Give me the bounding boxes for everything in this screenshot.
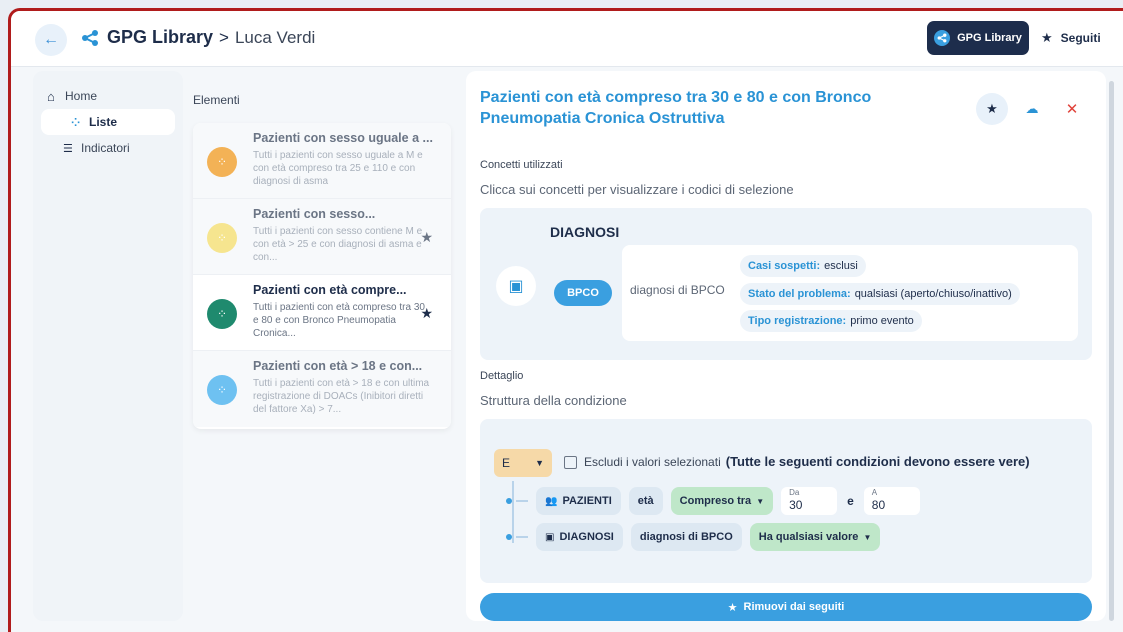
tree-node — [506, 498, 512, 504]
gpg-library-chip[interactable]: GPG Library — [927, 21, 1029, 55]
brand-title[interactable]: GPG Library — [107, 27, 213, 48]
field-chip[interactable]: diagnosi di BPCO — [630, 523, 742, 551]
users-icon: 👥 — [545, 495, 558, 507]
caret-down-icon: ▼ — [863, 532, 872, 542]
field-chip[interactable]: età — [628, 487, 663, 515]
sidebar-item-label: Indicatori — [81, 141, 130, 155]
to-input[interactable]: A 80 — [863, 487, 920, 515]
share-icon — [82, 29, 98, 46]
medical-case-icon: ▣ — [496, 266, 536, 306]
home-icon: ⌂ — [47, 88, 55, 104]
back-button[interactable]: ← — [35, 24, 67, 56]
concept-tag: Stato del problema: qualsiasi (aperto/chi… — [740, 283, 1020, 305]
condition-row: ▣ DIAGNOSI diagnosi di BPCO Ha qualsiasi … — [506, 523, 881, 551]
list-item-desc: Tutti i pazienti con età > 18 e con ulti… — [253, 378, 430, 415]
condition-row: 👥 PAZIENTI età Compreso tra ▼ Da 30 e A 80 — [506, 487, 920, 515]
list-item-title: Pazienti con età compre... — [253, 283, 407, 297]
entity-chip[interactable]: ▣ DIAGNOSI — [536, 523, 623, 551]
bpco-concept-button[interactable]: BPCO — [554, 280, 612, 306]
star-icon: ★ — [1041, 30, 1053, 45]
list-item-desc: Tutti i pazienti con età compreso tra 30… — [253, 302, 425, 339]
list-icon: ☰ — [63, 142, 73, 155]
concept-detail: diagnosi di BPCO Casi sospetti: esclusi S… — [622, 245, 1078, 341]
arrow-left-icon: ← — [43, 31, 59, 48]
list-item[interactable]: ⁘ Pazienti con sesso uguale a ... Tutti … — [193, 123, 451, 199]
cloud-download-icon: ☁ — [1025, 101, 1039, 116]
list-label: Elementi — [193, 93, 240, 107]
close-button[interactable]: ✕ — [1056, 93, 1088, 125]
condition-structure: E ▼ Escludi i valori selezionati (Tutte l… — [480, 419, 1092, 583]
exclude-checkbox[interactable] — [564, 456, 577, 469]
sidebar-item-label: Home — [65, 89, 98, 103]
sidebar-item-home[interactable]: ⌂ Home — [33, 83, 183, 109]
list-item-title: Pazienti con sesso uguale a ... — [253, 131, 433, 145]
entity-chip[interactable]: 👥 PAZIENTI — [536, 487, 621, 515]
share-icon: ⁘ — [207, 375, 237, 405]
list-item[interactable]: ⁘ Pazienti con età > 18 e con... Tutti i… — [193, 351, 451, 427]
medical-case-icon: ▣ — [545, 531, 555, 543]
breadcrumb-user: Luca Verdi — [234, 27, 316, 47]
sidebar-item-liste[interactable]: ⁘ Liste — [41, 109, 175, 135]
detail-actions: ★ ☁ ✕ — [976, 93, 1088, 125]
concept-tag: Tipo registrazione: primo evento — [740, 310, 922, 332]
list-item[interactable]: ⁘ Pazienti con sesso... Tutti i pazienti… — [193, 199, 451, 275]
share-icon — [934, 30, 951, 46]
favorite-button[interactable]: ★ — [976, 93, 1008, 125]
sidebar-item-label: Liste — [89, 115, 118, 129]
breadcrumb-separator: > — [219, 27, 229, 47]
seguiti-chip[interactable]: ★ Seguiti — [1041, 21, 1123, 55]
and-label: e — [847, 494, 854, 508]
share-icon: ⁘ — [207, 223, 237, 253]
concepts-hint: Clicca sui concetti per visualizzare i c… — [480, 182, 794, 197]
download-button[interactable]: ☁ — [1016, 93, 1048, 125]
star-icon[interactable]: ★ — [420, 229, 433, 246]
caret-down-icon: ▼ — [756, 496, 765, 506]
concept-title: DIAGNOSI — [550, 224, 620, 240]
star-icon: ★ — [986, 101, 998, 116]
operator-select[interactable]: E ▼ — [494, 449, 552, 477]
breadcrumb: GPG Library > Luca Verdi — [81, 27, 315, 48]
concept-desc: diagnosi di BPCO — [630, 283, 725, 297]
concepts-label: Concetti utilizzati — [480, 159, 563, 171]
operator-dropdown[interactable]: Ha qualsiasi valore ▼ — [749, 523, 881, 551]
list-item-desc: Tutti i pazienti con sesso contiene M e … — [253, 226, 423, 263]
list-item-title: Pazienti con sesso... — [253, 207, 376, 221]
operator-dropdown[interactable]: Compreso tra ▼ — [670, 487, 774, 515]
scrollbar[interactable] — [1109, 81, 1114, 621]
detail-title: Pazienti con età compreso tra 30 e 80 e … — [480, 89, 872, 127]
remove-from-followed-button[interactable]: ★ Rimuovi dai seguiti — [480, 593, 1092, 621]
from-input[interactable]: Da 30 — [781, 487, 838, 515]
star-icon[interactable]: ★ — [420, 305, 433, 322]
seguiti-chip-label: Seguiti — [1060, 31, 1101, 45]
share-icon: ⁘ — [207, 147, 237, 177]
top-bar: ← GPG Library > Luca Verdi GPG Library ★… — [11, 11, 1123, 67]
app-window: ← GPG Library > Luca Verdi GPG Library ★… — [8, 8, 1123, 632]
share-icon: ⁘ — [71, 116, 81, 129]
caret-down-icon: ▼ — [535, 458, 544, 468]
exclude-label: Escludi i valori selezionati (Tutte le se… — [584, 454, 1030, 469]
sidebar-item-indicatori[interactable]: ☰ Indicatori — [33, 135, 183, 161]
share-icon: ⁘ — [207, 299, 237, 329]
list-item-desc: Tutti i pazienti con sesso uguale a M e … — [253, 150, 423, 187]
list-item[interactable]: ⁘ Pazienti con età compre... Tutti i paz… — [193, 275, 451, 351]
concept-card: ▣ DIAGNOSI BPCO diagnosi di BPCO Casi so… — [480, 208, 1092, 360]
structure-hint: Struttura della condizione — [480, 393, 627, 408]
detail-panel: Pazienti con età compreso tra 30 e 80 e … — [466, 71, 1106, 621]
list-item-title: Pazienti con età > 18 e con... — [253, 359, 423, 373]
gpg-library-chip-label: GPG Library — [957, 32, 1022, 44]
close-icon: ✕ — [1065, 101, 1079, 118]
detail-label: Dettaglio — [480, 370, 524, 382]
star-icon: ★ — [727, 601, 738, 614]
elements-list: ⁘ Pazienti con sesso uguale a ... Tutti … — [193, 123, 451, 429]
sidebar: ⌂ Home ⁘ Liste ☰ Indicatori — [33, 71, 183, 621]
tree-node — [506, 534, 512, 540]
concept-tag: Casi sospetti: esclusi — [740, 255, 866, 277]
